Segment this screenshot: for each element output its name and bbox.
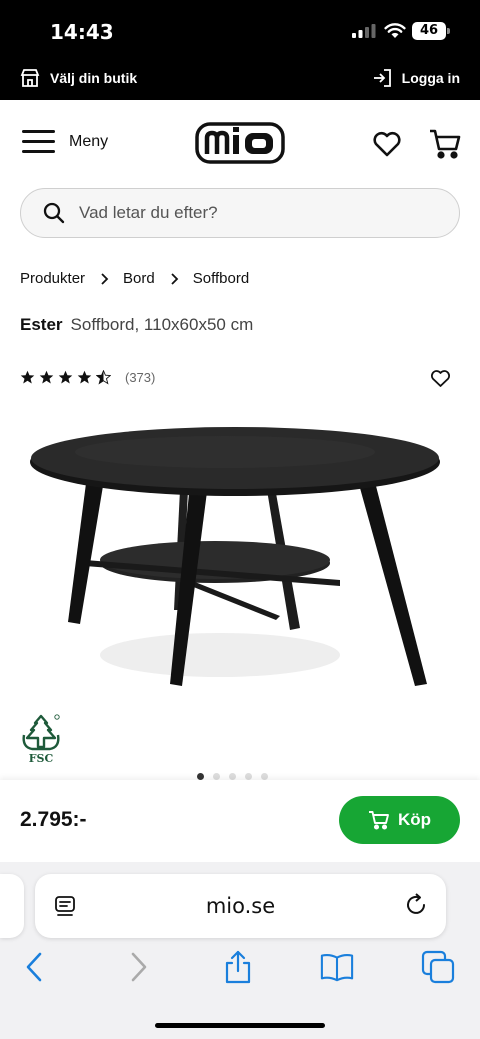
wifi-icon [384,23,406,38]
site-header: Meny [0,100,480,188]
image-carousel-dots [197,773,268,780]
carousel-dot[interactable] [229,773,236,780]
previous-tab-preview[interactable] [0,874,24,938]
product-title: Ester Soffbord, 110x60x50 cm [20,315,253,335]
buy-button[interactable]: Köp [339,796,460,844]
url-text: mio.se [205,894,276,918]
battery-indicator: 46 [412,22,446,40]
breadcrumb: Produkter Bord Soffbord [20,270,249,287]
bookmarks-icon[interactable] [320,950,354,984]
star-icon [20,370,35,384]
carousel-dot[interactable] [261,773,268,780]
menu-button[interactable]: Meny [22,130,108,154]
star-icon [39,370,54,384]
menu-icon [22,130,55,154]
buy-label: Köp [397,810,432,829]
breadcrumb-tables[interactable]: Bord [123,270,155,287]
half-star-icon [96,370,111,385]
review-count: (373) [125,370,156,385]
fsc-label: FSC [29,752,54,765]
carousel-dot[interactable] [213,773,220,780]
star-icon [58,370,73,384]
favorites-heart-icon[interactable] [372,130,402,158]
home-indicator [155,1023,325,1028]
chevron-right-icon [171,272,179,285]
reload-icon[interactable] [404,892,430,918]
breadcrumb-products[interactable]: Produkter [20,270,85,287]
cart-icon [368,811,389,830]
signal-icon [352,24,376,38]
battery-tip [447,28,450,34]
product-rating[interactable]: (373) [20,370,155,385]
login-label: Logga in [401,70,460,86]
chevron-right-icon [101,272,109,285]
browser-toolbar: mio.se [0,862,480,1039]
search-placeholder: Vad letar du efter? [79,203,218,222]
fsc-logo: FSC [22,714,60,765]
product-image[interactable] [30,420,450,700]
store-icon [20,69,40,87]
star-icon [77,370,92,384]
share-icon[interactable] [221,950,255,984]
carousel-dot[interactable] [197,773,204,780]
search-icon [43,202,65,224]
product-name: Ester [20,315,63,334]
purchase-bar: 2.795:- Köp [0,780,480,862]
choose-store-link[interactable]: Välj din butik [20,68,137,88]
login-icon [373,69,391,87]
back-icon[interactable] [18,950,52,984]
status-bar: 14:43 46 [0,0,480,62]
tabs-icon[interactable] [421,950,455,984]
utility-bar: Välj din butik Logga in [0,62,480,100]
wishlist-heart-icon[interactable] [430,369,451,388]
forward-icon[interactable] [121,950,155,984]
cart-icon[interactable] [428,128,462,160]
menu-label: Meny [69,133,109,150]
breadcrumb-coffee-tables[interactable]: Soffbord [193,270,249,287]
search-input[interactable]: Vad letar du efter? [20,188,460,238]
status-time: 14:43 [50,20,114,44]
product-description: Soffbord, 110x60x50 cm [70,315,254,334]
mio-logo[interactable] [195,122,285,164]
address-bar[interactable]: mio.se [35,874,446,938]
choose-store-label: Välj din butik [50,70,138,86]
carousel-dot[interactable] [245,773,252,780]
login-link[interactable]: Logga in [372,68,460,88]
product-price: 2.795:- [20,808,87,831]
